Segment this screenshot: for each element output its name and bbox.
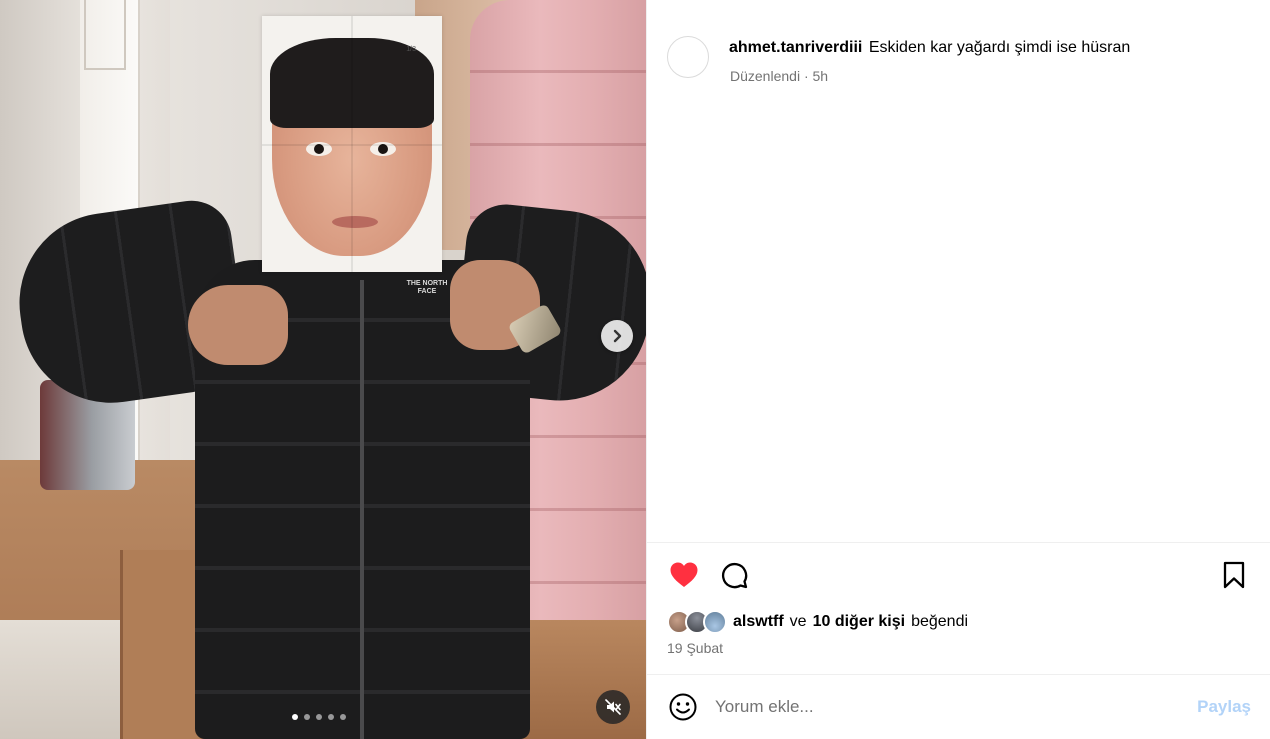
other-likers-link[interactable]: 10 diğer kişi bbox=[813, 613, 906, 631]
emoji-button[interactable] bbox=[667, 691, 699, 723]
action-bar bbox=[667, 558, 1251, 592]
jacket-logo: THE NORTH FACE bbox=[406, 280, 448, 295]
mute-button[interactable] bbox=[596, 690, 630, 724]
likes-connector: ve bbox=[789, 613, 807, 630]
speaker-muted-icon bbox=[605, 699, 621, 715]
avatar bbox=[703, 610, 727, 634]
liker-avatars bbox=[667, 610, 727, 634]
heart-filled-icon bbox=[670, 562, 698, 587]
carousel-dot bbox=[292, 714, 298, 720]
first-liker-link[interactable]: alswtff bbox=[733, 613, 784, 631]
save-button[interactable] bbox=[1217, 558, 1251, 592]
like-button[interactable] bbox=[667, 558, 701, 592]
post-caption: Eskiden kar yağardı şimdi ise hüsran bbox=[868, 39, 1131, 56]
comment-bar: Paylaş bbox=[647, 675, 1270, 739]
carousel-dot bbox=[340, 714, 346, 720]
divider bbox=[647, 542, 1270, 543]
carousel-dot bbox=[304, 714, 310, 720]
likes-suffix: beğendi bbox=[911, 613, 969, 630]
comment-button[interactable] bbox=[717, 558, 751, 592]
smiley-icon bbox=[669, 693, 697, 721]
share-comment-button[interactable]: Paylaş bbox=[1197, 697, 1251, 717]
post-date[interactable]: 19 Şubat bbox=[667, 640, 723, 656]
author-username[interactable]: ahmet.tanriverdiii bbox=[729, 39, 862, 56]
bookmark-icon bbox=[1223, 561, 1245, 589]
post-media[interactable]: THE NORTH FACE 1/3 bbox=[0, 0, 646, 739]
carousel-dot bbox=[328, 714, 334, 720]
author-avatar[interactable] bbox=[667, 36, 709, 78]
carousel-indicator bbox=[292, 714, 346, 720]
carousel-dot bbox=[316, 714, 322, 720]
post-details-pane: ahmet.tanriverdiii Eskiden kar yağardı ş… bbox=[646, 0, 1270, 739]
comment-input[interactable] bbox=[715, 697, 1188, 717]
chevron-right-icon bbox=[613, 329, 622, 343]
comment-bubble-icon bbox=[721, 562, 748, 589]
caption-meta: Düzenlendi · 5h bbox=[730, 68, 829, 84]
post-photo: THE NORTH FACE 1/3 bbox=[0, 0, 646, 739]
face-printout: 1/3 bbox=[262, 16, 442, 272]
likes-summary: alswtff ve 10 diğer kişi beğendi bbox=[667, 610, 974, 634]
next-slide-button[interactable] bbox=[601, 320, 633, 352]
printout-page-mark: 1/3 bbox=[406, 46, 416, 53]
